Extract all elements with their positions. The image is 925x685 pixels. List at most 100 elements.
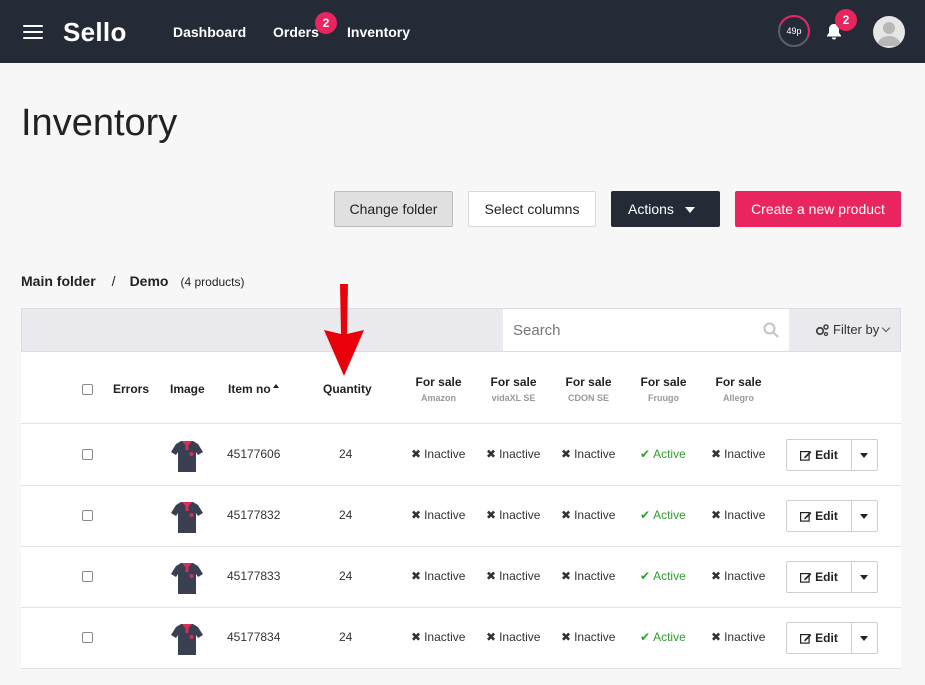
x-icon: ✖ bbox=[711, 630, 722, 644]
header-channel-label: For sale bbox=[415, 375, 462, 389]
search-icon[interactable] bbox=[763, 322, 779, 338]
header-quantity[interactable]: Quantity bbox=[323, 382, 372, 396]
table-row[interactable]: 45177832 24 ✖ Inactive ✖ Inactive ✖ Inactive ✔ Ac… bbox=[21, 486, 901, 547]
channel-status-label: Active bbox=[653, 447, 686, 461]
channel-status[interactable]: ✖ Inactive bbox=[411, 508, 465, 522]
edit-button-group: Edit bbox=[786, 500, 878, 532]
select-columns-button[interactable]: Select columns bbox=[468, 191, 596, 227]
polo-shirt-thumbnail[interactable] bbox=[169, 621, 205, 657]
channel-status-label: Inactive bbox=[724, 630, 766, 644]
row-checkbox[interactable] bbox=[82, 449, 93, 460]
channel-status-label: Inactive bbox=[424, 569, 466, 583]
channel-status[interactable]: ✖ Inactive bbox=[411, 447, 465, 461]
header-channel-label: For sale bbox=[715, 375, 762, 389]
actions-label: Actions bbox=[628, 201, 674, 217]
polo-shirt-thumbnail[interactable] bbox=[169, 499, 205, 535]
table-row[interactable]: 45177834 24 ✖ Inactive ✖ Inactive ✖ Inactive ✔ Ac… bbox=[21, 608, 901, 669]
table-row[interactable]: 45177833 24 ✖ Inactive ✖ Inactive ✖ Inactive ✔ Ac… bbox=[21, 547, 901, 608]
polo-shirt-thumbnail[interactable] bbox=[169, 560, 205, 596]
channel-status[interactable]: ✖ Inactive bbox=[711, 569, 765, 583]
edit-dropdown-toggle[interactable] bbox=[852, 440, 877, 470]
product-count: (4 products) bbox=[180, 275, 245, 289]
check-icon: ✔ bbox=[640, 630, 651, 644]
edit-button[interactable]: Edit bbox=[787, 501, 852, 531]
header-channel-label: For sale bbox=[640, 375, 687, 389]
search-input[interactable] bbox=[503, 309, 789, 351]
header-channel-name: CDON SE bbox=[567, 393, 609, 403]
item-number[interactable]: 45177833 bbox=[227, 569, 280, 583]
row-checkbox[interactable] bbox=[82, 510, 93, 521]
x-icon: ✖ bbox=[411, 630, 422, 644]
x-icon: ✖ bbox=[411, 569, 422, 583]
edit-button[interactable]: Edit bbox=[787, 440, 852, 470]
create-product-button[interactable]: Create a new product bbox=[735, 191, 901, 227]
edit-button[interactable]: Edit bbox=[787, 562, 852, 592]
row-checkbox[interactable] bbox=[82, 632, 93, 643]
x-icon: ✖ bbox=[486, 447, 497, 461]
channel-status[interactable]: ✖ Inactive bbox=[711, 447, 765, 461]
breadcrumb-demo[interactable]: Demo bbox=[130, 273, 169, 289]
channel-status[interactable]: ✖ Inactive bbox=[561, 630, 615, 644]
edit-dropdown-toggle[interactable] bbox=[852, 562, 877, 592]
header-cdon: For sale CDON SE bbox=[551, 375, 626, 403]
channel-status[interactable]: ✖ Inactive bbox=[411, 630, 465, 644]
change-folder-button[interactable]: Change folder bbox=[334, 191, 453, 227]
filter-by-dropdown[interactable]: Filter by bbox=[801, 309, 901, 351]
nav-orders[interactable]: Orders bbox=[273, 24, 319, 40]
user-avatar[interactable] bbox=[873, 16, 905, 48]
header-item-no[interactable]: Item no bbox=[228, 382, 279, 396]
channel-status[interactable]: ✔ Active bbox=[640, 508, 686, 522]
polo-shirt-thumbnail[interactable] bbox=[169, 438, 205, 474]
breadcrumb-main-folder[interactable]: Main folder bbox=[21, 273, 96, 289]
edit-pencil-icon bbox=[800, 634, 812, 644]
item-number[interactable]: 45177834 bbox=[227, 630, 280, 644]
channel-status[interactable]: ✖ Inactive bbox=[561, 508, 615, 522]
actions-dropdown-button[interactable]: Actions bbox=[611, 191, 720, 227]
channel-status-label: Inactive bbox=[424, 508, 466, 522]
channel-status[interactable]: ✖ Inactive bbox=[486, 569, 540, 583]
nav-dashboard[interactable]: Dashboard bbox=[173, 24, 246, 40]
row-checkbox[interactable] bbox=[82, 571, 93, 582]
check-icon: ✔ bbox=[640, 447, 651, 461]
channel-status[interactable]: ✖ Inactive bbox=[486, 508, 540, 522]
quantity-value: 24 bbox=[339, 447, 353, 461]
edit-button-group: Edit bbox=[786, 439, 878, 471]
header-image: Image bbox=[170, 382, 205, 396]
channel-status[interactable]: ✖ Inactive bbox=[711, 508, 765, 522]
table-row[interactable]: 45177606 24 ✖ Inactive ✖ Inactive ✖ Inactive ✔ Ac… bbox=[21, 425, 901, 486]
hamburger-menu-icon[interactable] bbox=[23, 25, 43, 39]
channel-status-label: Active bbox=[653, 630, 686, 644]
channel-status-label: Inactive bbox=[424, 447, 466, 461]
edit-dropdown-toggle[interactable] bbox=[852, 623, 877, 653]
sello-logo[interactable]: Sello bbox=[63, 17, 127, 48]
channel-status-label: Inactive bbox=[724, 569, 766, 583]
item-number[interactable]: 45177832 bbox=[227, 508, 280, 522]
channel-status[interactable]: ✖ Inactive bbox=[486, 630, 540, 644]
header-item-no-label: Item no bbox=[228, 382, 271, 396]
x-icon: ✖ bbox=[561, 569, 572, 583]
edit-label: Edit bbox=[815, 509, 838, 523]
products-table: Errors Image Item no Quantity For sale Am… bbox=[21, 352, 901, 669]
channel-status-label: Inactive bbox=[499, 447, 541, 461]
nav-inventory[interactable]: Inventory bbox=[347, 24, 410, 40]
channel-status[interactable]: ✖ Inactive bbox=[561, 447, 615, 461]
user-avatar-icon bbox=[877, 22, 901, 46]
channel-status[interactable]: ✖ Inactive bbox=[486, 447, 540, 461]
channel-status[interactable]: ✔ Active bbox=[640, 447, 686, 461]
edit-button[interactable]: Edit bbox=[787, 623, 852, 653]
header-vidaxl: For sale vidaXL SE bbox=[476, 375, 551, 403]
item-number[interactable]: 45177606 bbox=[227, 447, 280, 461]
x-icon: ✖ bbox=[486, 508, 497, 522]
page-title: Inventory bbox=[21, 102, 178, 144]
channel-status[interactable]: ✖ Inactive bbox=[561, 569, 615, 583]
channel-status-label: Inactive bbox=[724, 447, 766, 461]
edit-label: Edit bbox=[815, 570, 838, 584]
channel-status[interactable]: ✖ Inactive bbox=[411, 569, 465, 583]
select-all-checkbox[interactable] bbox=[82, 384, 93, 395]
header-fruugo: For sale Fruugo bbox=[626, 375, 701, 403]
edit-pencil-icon bbox=[800, 512, 812, 522]
channel-status[interactable]: ✖ Inactive bbox=[711, 630, 765, 644]
edit-dropdown-toggle[interactable] bbox=[852, 501, 877, 531]
channel-status[interactable]: ✔ Active bbox=[640, 630, 686, 644]
channel-status[interactable]: ✔ Active bbox=[640, 569, 686, 583]
